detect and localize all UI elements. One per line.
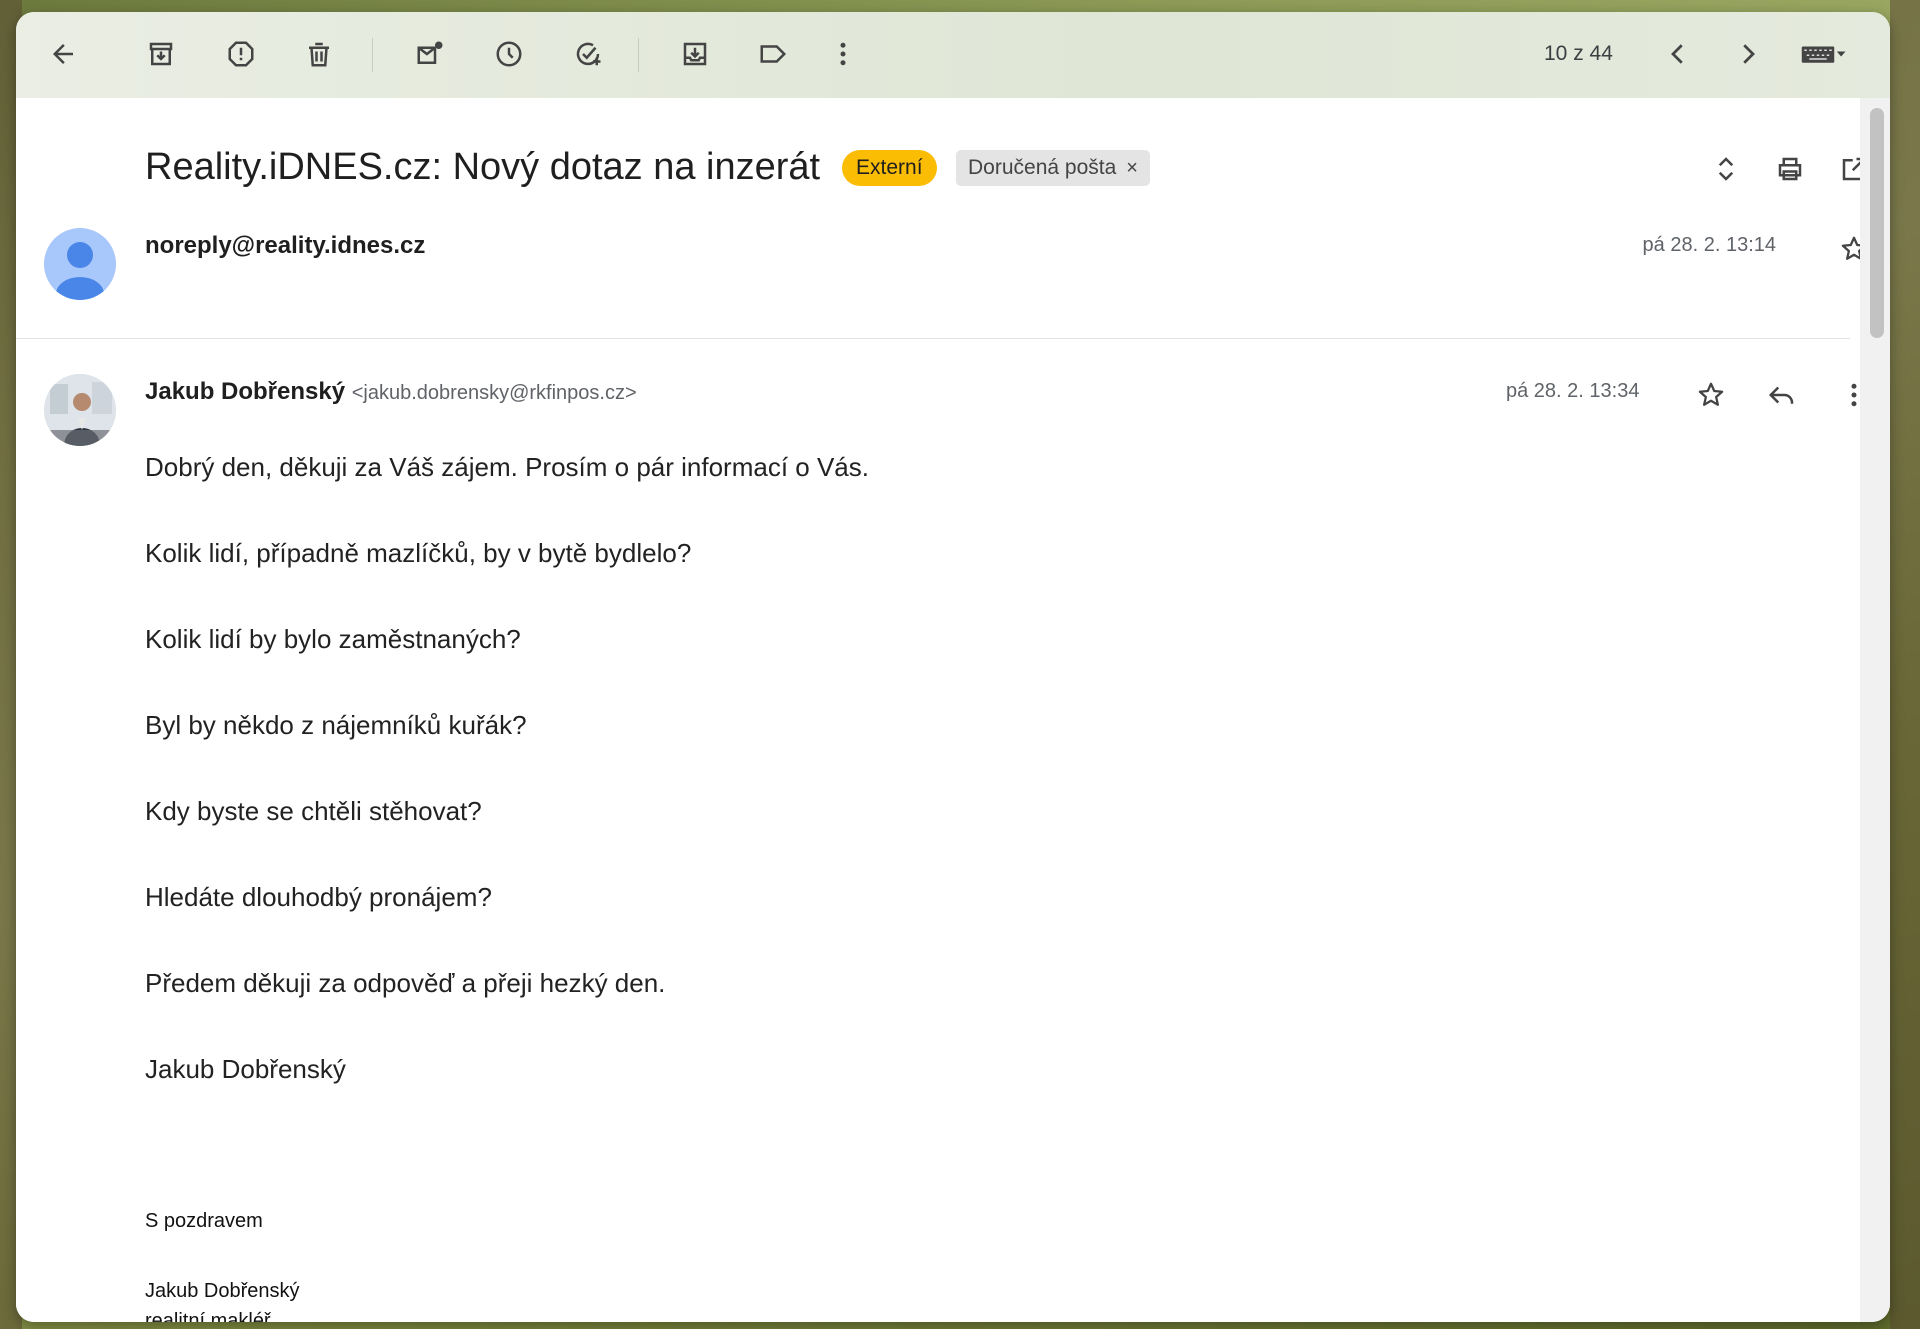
snooze-icon <box>496 41 522 67</box>
more-vert-icon <box>840 42 846 66</box>
label-icon <box>760 45 787 63</box>
scrollbar[interactable] <box>1860 98 1890 1322</box>
print-icon <box>1778 157 1802 181</box>
avatar <box>44 228 116 300</box>
mark-unread-icon <box>417 41 443 64</box>
sender-line: Jakub Dobřenský <jakub.dobrensky@rkfinpo… <box>145 378 637 406</box>
scrollbar-thumb[interactable] <box>1870 108 1884 338</box>
back-arrow-icon <box>53 44 73 64</box>
report-spam-icon <box>228 41 254 67</box>
back-button[interactable] <box>42 33 84 75</box>
mark-unread-button[interactable] <box>409 33 451 75</box>
report-spam-button[interactable] <box>220 33 262 75</box>
add-task-icon <box>576 42 601 66</box>
external-badge: Externí <box>842 150 937 186</box>
add-task-button[interactable] <box>567 33 609 75</box>
message-toolbar: 10 z 44 <box>16 12 1890 98</box>
move-to-icon <box>683 42 707 66</box>
reply-button[interactable] <box>1761 374 1803 416</box>
inbox-label-chip: Doručená pošta × <box>956 150 1150 186</box>
chevron-left-icon <box>1671 44 1683 64</box>
remove-label-button[interactable]: × <box>1126 150 1138 186</box>
background-tree-right <box>1890 0 1920 1329</box>
archive-icon <box>149 42 173 66</box>
unfold-icon <box>1718 157 1734 181</box>
input-tools-button[interactable] <box>1788 33 1858 75</box>
pagination-counter: 10 z 44 <box>1544 42 1613 65</box>
sender-photo <box>44 374 116 446</box>
signature-role: realitní makléř <box>145 1310 271 1322</box>
archive-button[interactable] <box>140 33 182 75</box>
message-date: pá 28. 2. 13:14 <box>1642 234 1776 256</box>
sender-address: <jakub.dobrensky@rkfinpos.cz> <box>351 382 637 404</box>
sender-name[interactable]: Jakub Dobřenský <box>145 378 345 405</box>
newer-button[interactable] <box>1657 33 1699 75</box>
email-subject: Reality.iDNES.cz: Nový dotaz na inzerát <box>145 146 821 188</box>
signature-greeting: S pozdravem <box>145 1210 263 1232</box>
body-paragraph: Jakub Dobřenský <box>145 1054 346 1084</box>
delete-icon <box>309 42 329 67</box>
label-button[interactable] <box>752 33 794 75</box>
mail-window: 10 z 44 Reality.iDNES.cz: Nový dotaz na … <box>16 12 1890 1322</box>
body-paragraph: Kolik lidí, případně mazlíčků, by v bytě… <box>145 538 692 568</box>
more-options-button[interactable] <box>822 33 864 75</box>
body-paragraph: Kolik lidí by bylo zaměstnaných? <box>145 624 521 654</box>
delete-button[interactable] <box>298 33 340 75</box>
reply-icon <box>1768 386 1794 404</box>
message-divider <box>16 338 1850 339</box>
snooze-button[interactable] <box>488 33 530 75</box>
message-view: Reality.iDNES.cz: Nový dotaz na inzerát … <box>16 98 1867 1322</box>
keyboard-icon <box>1801 46 1846 63</box>
body-paragraph: Dobrý den, děkuji za Váš zájem. Prosím o… <box>145 452 869 482</box>
body-paragraph: Byl by někdo z nájemníků kuřák? <box>145 710 527 740</box>
move-to-button[interactable] <box>674 33 716 75</box>
signature: S pozdravem Jakub Dobřenský realitní mak… <box>145 1210 300 1322</box>
chevron-right-icon <box>1743 44 1755 64</box>
sender-email[interactable]: noreply@reality.idnes.cz <box>145 232 425 260</box>
inbox-label-text: Doručená pošta <box>968 156 1117 179</box>
body-paragraph: Hledáte dlouhodbý pronájem? <box>145 882 492 912</box>
message-date: pá 28. 2. 13:34 <box>1506 380 1640 402</box>
print-button[interactable] <box>1769 148 1811 190</box>
avatar <box>44 374 116 446</box>
toolbar-divider <box>372 38 373 72</box>
star-icon <box>1698 382 1724 406</box>
star-button[interactable] <box>1690 374 1732 416</box>
person-icon <box>56 242 104 300</box>
toolbar-divider <box>638 38 639 72</box>
expand-all-button[interactable] <box>1705 148 1747 190</box>
body-paragraph: Kdy byste se chtěli stěhovat? <box>145 796 482 826</box>
older-button[interactable] <box>1727 33 1769 75</box>
body-paragraph: Předem děkuji za odpověď a přeji hezký d… <box>145 968 666 998</box>
message-body: Dobrý den, děkuji za Váš zájem. Prosím o… <box>145 450 869 1138</box>
signature-name: Jakub Dobřenský <box>145 1280 300 1302</box>
